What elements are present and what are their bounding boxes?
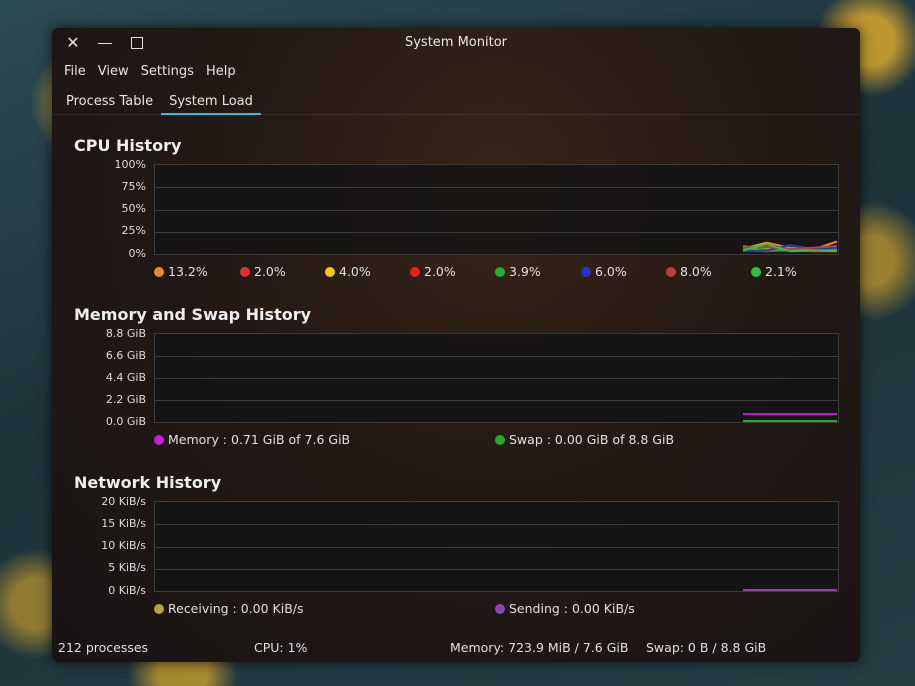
memory-history-title: Memory and Swap History [74,305,312,324]
cpu-color-dot [154,267,164,277]
menu-help[interactable]: Help [200,62,242,82]
receiving-legend-item: Receiving : 0.00 KiB/s [154,601,304,616]
cpu-y-tick: 75% [121,180,146,193]
cpu-legend-item: 13.2% [154,264,208,279]
cpu-legend-item: 4.0% [325,264,371,279]
cpu-history-chart [155,187,838,253]
network-y-tick: 15 KiB/s [101,517,146,530]
memory-y-tick: 0.0 GiB [105,415,146,428]
memory-y-tick: 4.4 GiB [105,371,146,384]
memory-legend-item: Memory : 0.71 GiB of 7.6 GiB [154,432,350,447]
menu-bar: File View Settings Help [58,62,242,82]
status-memory: Memory: 723.9 MiB / 7.6 GiB [450,640,629,655]
memory-y-tick: 6.6 GiB [105,349,146,362]
sending-color-dot [495,604,505,614]
menu-view[interactable]: View [92,62,135,82]
cpu-legend-item: 3.9% [495,264,541,279]
status-processes: 212 processes [58,640,149,655]
cpu-legend-item: 2.0% [410,264,456,279]
cpu-color-dot [495,267,505,277]
cpu-y-tick: 50% [121,202,146,215]
menu-file[interactable]: File [58,62,92,82]
tab-divider [52,114,860,115]
network-history-plot [154,501,839,592]
cpu-y-tick: 25% [121,224,146,237]
tab-process-table[interactable]: Process Table [58,91,161,113]
memory-history-chart [155,356,838,422]
network-y-tick: 20 KiB/s [101,495,146,508]
status-cpu: CPU: 1% [254,640,308,655]
window-title: System Monitor [404,35,508,50]
cpu-color-dot [666,267,676,277]
sending-legend-item: Sending : 0.00 KiB/s [495,601,635,616]
receiving-color-dot [154,604,164,614]
swap-color-dot [495,435,505,445]
memory-y-tick: 2.2 GiB [105,393,146,406]
tab-system-load[interactable]: System Load [161,91,261,115]
cpu-legend-item: 8.0% [666,264,712,279]
tab-bar: Process Table System Load [58,91,261,115]
cpu-y-tick: 0% [128,247,146,260]
cpu-color-dot [410,267,420,277]
cpu-legend-item: 6.0% [581,264,627,279]
network-history-chart [155,524,838,591]
cpu-y-tick: 100% [114,158,146,171]
network-history-title: Network History [74,473,222,492]
title-bar[interactable]: ✕ System Monitor [52,28,860,58]
memory-history-plot [154,333,839,423]
network-y-tick: 10 KiB/s [101,539,146,552]
cpu-history-title: CPU History [74,136,182,155]
cpu-legend-item: 2.0% [240,264,286,279]
memory-color-dot [154,435,164,445]
memory-y-tick: 8.8 GiB [105,327,146,340]
status-swap: Swap: 0 B / 8.8 GiB [646,640,767,655]
cpu-history-plot [154,164,839,255]
network-y-tick: 5 KiB/s [108,561,146,574]
cpu-legend-item: 2.1% [751,264,797,279]
cpu-color-dot [581,267,591,277]
swap-legend-item: Swap : 0.00 GiB of 8.8 GiB [495,432,674,447]
system-monitor-window: ✕ System Monitor File View Settings Help… [52,28,860,662]
cpu-color-dot [751,267,761,277]
menu-settings[interactable]: Settings [135,62,200,82]
cpu-color-dot [240,267,250,277]
cpu-color-dot [325,267,335,277]
network-y-tick: 0 KiB/s [108,584,146,597]
